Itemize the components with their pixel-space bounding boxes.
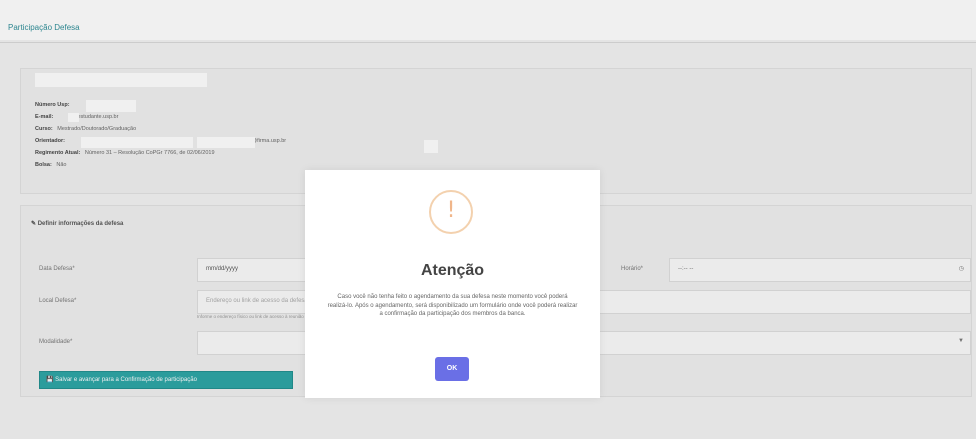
- attention-modal: ! Atenção Caso você não tenha feito o ag…: [305, 170, 600, 398]
- ok-button[interactable]: OK: [435, 357, 469, 381]
- modal-message: Caso você não tenha feito o agendamento …: [327, 294, 578, 317]
- ok-button-label: OK: [446, 365, 458, 372]
- modal-title: Atenção: [420, 262, 485, 279]
- exclamation-icon: !: [429, 190, 473, 234]
